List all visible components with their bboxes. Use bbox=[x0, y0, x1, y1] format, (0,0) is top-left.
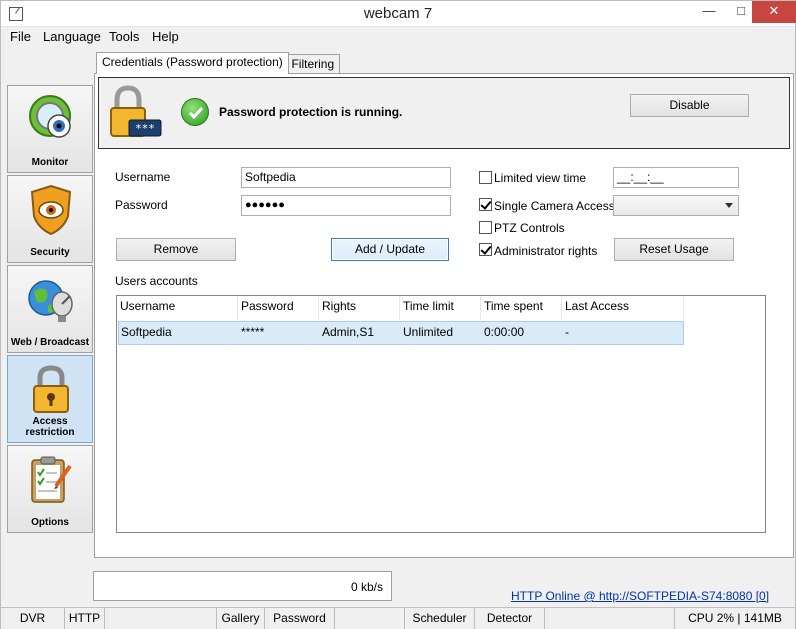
sidebar-item-web-broadcast[interactable]: Web / Broadcast bbox=[7, 265, 93, 353]
maximize-button[interactable]: □ bbox=[727, 1, 755, 23]
status-detector[interactable]: Detector bbox=[475, 608, 545, 629]
username-label: Username bbox=[115, 170, 171, 184]
limited-view-time-label: Limited view time bbox=[494, 171, 587, 185]
sidebar-item-access-restriction[interactable]: Access restriction bbox=[7, 355, 93, 443]
close-button[interactable]: ✕ bbox=[752, 1, 796, 23]
column-header[interactable]: Username bbox=[117, 296, 238, 320]
status-dvr[interactable]: DVR bbox=[1, 608, 65, 629]
lock-keypad-icon: *** bbox=[107, 84, 163, 142]
protection-status-box: *** Password protection is running. Disa… bbox=[98, 77, 790, 149]
password-label: Password bbox=[115, 198, 168, 212]
status-http[interactable]: HTTP bbox=[65, 608, 105, 629]
column-header[interactable]: Last Access bbox=[562, 296, 684, 320]
status-gallery[interactable]: Gallery bbox=[217, 608, 265, 629]
table-cell: - bbox=[565, 325, 569, 339]
reset-usage-button[interactable]: Reset Usage bbox=[614, 238, 734, 261]
title-bar: webcam 7 — □ ✕ bbox=[1, 1, 796, 27]
sidebar-item-monitor[interactable]: Monitor bbox=[7, 85, 93, 173]
status-bar: DVR HTTP Gallery Password Scheduler Dete… bbox=[1, 607, 795, 629]
status-password[interactable]: Password bbox=[265, 608, 335, 629]
password-input[interactable]: ●●●●●● bbox=[241, 195, 451, 216]
sidebar-item-label: Security bbox=[30, 247, 70, 258]
table-cell: Softpedia bbox=[119, 322, 239, 344]
column-header[interactable]: Rights bbox=[319, 296, 400, 320]
column-header[interactable]: Time spent bbox=[481, 296, 562, 320]
column-header[interactable]: Time limit bbox=[400, 296, 481, 320]
users-accounts-label: Users accounts bbox=[115, 274, 198, 288]
tab-credentials[interactable]: Credentials (Password protection) bbox=[96, 52, 289, 74]
credentials-panel: *** Password protection is running. Disa… bbox=[94, 73, 794, 558]
svg-text:***: *** bbox=[135, 122, 155, 135]
sidebar-item-label: Access restriction bbox=[25, 416, 75, 438]
administrator-rights-label: Administrator rights bbox=[494, 244, 598, 258]
monitor-icon bbox=[26, 92, 76, 148]
table-cell: ***** bbox=[239, 322, 320, 344]
protection-status-text: Password protection is running. bbox=[219, 105, 403, 119]
table-cell: Unlimited bbox=[401, 322, 482, 344]
users-accounts-table: Username Password Rights Time limit Time… bbox=[116, 295, 766, 533]
menu-file[interactable]: File bbox=[10, 29, 31, 44]
clipboard-icon bbox=[26, 452, 76, 508]
status-scheduler[interactable]: Scheduler bbox=[405, 608, 475, 629]
disable-button[interactable]: Disable bbox=[630, 94, 749, 117]
column-header[interactable]: Password bbox=[238, 296, 319, 320]
status-empty bbox=[545, 608, 675, 629]
lock-icon bbox=[26, 362, 76, 418]
menu-help[interactable]: Help bbox=[152, 29, 179, 44]
menu-language[interactable]: Language bbox=[43, 29, 101, 44]
table-cell: 0:00:00 bbox=[482, 322, 563, 344]
status-empty bbox=[105, 608, 217, 629]
single-camera-access-label: Single Camera Access bbox=[494, 199, 615, 213]
sidebar-item-security[interactable]: Security bbox=[7, 175, 93, 263]
limited-view-time-checkbox[interactable] bbox=[479, 171, 492, 184]
status-empty bbox=[335, 608, 405, 629]
minimize-button[interactable]: — bbox=[695, 1, 723, 23]
table-cell: Admin,S1 bbox=[320, 322, 401, 344]
camera-select[interactable] bbox=[613, 195, 739, 216]
shield-icon bbox=[26, 182, 76, 238]
http-status-link[interactable]: HTTP Online @ http://SOFTPEDIA-S74:8080 … bbox=[511, 589, 769, 603]
sidebar-item-label: Web / Broadcast bbox=[10, 337, 90, 348]
menu-tools[interactable]: Tools bbox=[109, 29, 139, 44]
sidebar-item-label: Monitor bbox=[31, 157, 69, 168]
bandwidth-box: 0 kb/s bbox=[93, 571, 392, 601]
status-cpu-memory: CPU 2% | 141MB bbox=[688, 611, 782, 625]
sidebar-item-label: Options bbox=[31, 517, 69, 528]
window-title: webcam 7 bbox=[363, 5, 433, 22]
add-update-button[interactable]: Add / Update bbox=[331, 238, 449, 261]
menu-bar: File Language Tools Help bbox=[1, 28, 795, 48]
sidebar-item-options[interactable]: Options bbox=[7, 445, 93, 533]
check-icon bbox=[181, 98, 209, 126]
ptz-controls-label: PTZ Controls bbox=[494, 221, 565, 235]
single-camera-access-checkbox[interactable] bbox=[479, 198, 492, 211]
remove-button[interactable]: Remove bbox=[116, 238, 236, 261]
app-window: webcam 7 — □ ✕ File Language Tools Help … bbox=[0, 0, 796, 629]
bandwidth-rate: 0 kb/s bbox=[350, 580, 383, 594]
limited-view-time-input[interactable]: __:__:__ bbox=[613, 167, 739, 188]
chevron-down-icon bbox=[725, 203, 733, 208]
globe-icon bbox=[26, 272, 76, 328]
table-row[interactable]: Softpedia ***** Admin,S1 Unlimited 0:00:… bbox=[118, 321, 684, 345]
username-input[interactable]: Softpedia bbox=[241, 167, 451, 188]
ptz-controls-checkbox[interactable] bbox=[479, 221, 492, 234]
administrator-rights-checkbox[interactable] bbox=[479, 243, 492, 256]
